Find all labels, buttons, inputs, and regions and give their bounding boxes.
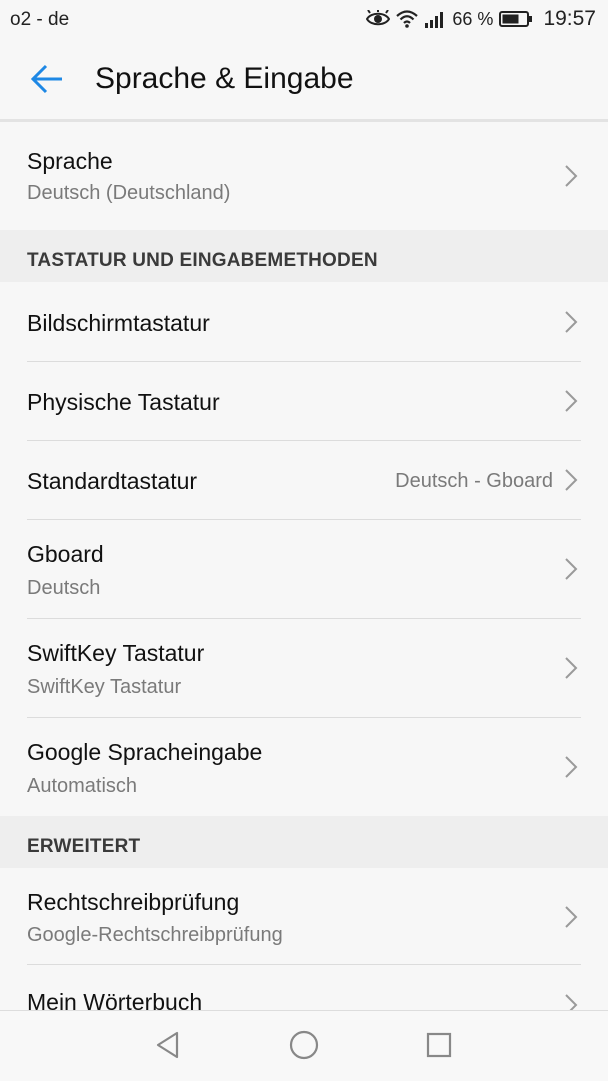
row-subtitle: SwiftKey Tastatur (27, 676, 182, 698)
chevron-right-icon (565, 558, 578, 580)
wifi-icon (396, 10, 419, 28)
battery-percent: 66 % (452, 8, 494, 29)
language-row[interactable]: Sprache Deutsch (Deutschland) (0, 122, 608, 230)
status-bar: o2 - de 66 % 19:57 (0, 0, 608, 42)
section-header-label: ERWEITERT (27, 836, 141, 857)
recents-square-icon (424, 1030, 454, 1065)
page-title: Sprache & Eingabe (95, 62, 354, 95)
row-subtitle: Google-Rechtschreibprüfung (27, 924, 283, 946)
nav-recents-button[interactable] (417, 1025, 461, 1069)
carrier-label: o2 - de (10, 9, 70, 30)
chevron-right-icon (565, 756, 578, 778)
list-item-bildschirmtastatur[interactable]: Bildschirmtastatur (0, 282, 608, 361)
list-item-google-spracheingabe[interactable]: Google Spracheingabe Automatisch (0, 718, 608, 816)
row-title: Gboard (27, 541, 104, 567)
row-title: Rechtschreibprüfung (27, 889, 240, 915)
chevron-right-icon (565, 994, 578, 1010)
row-title: SwiftKey Tastatur (27, 640, 205, 666)
eye-icon (366, 10, 391, 28)
back-triangle-icon (153, 1030, 183, 1065)
row-subtitle: Automatisch (27, 775, 138, 797)
list-item-rechtschreibpruefung[interactable]: Rechtschreibprüfung Google-Rechtschreibp… (0, 868, 608, 964)
back-button[interactable] (22, 58, 72, 104)
row-subtitle: Deutsch (Deutschland) (27, 182, 231, 204)
nav-home-button[interactable] (282, 1025, 326, 1069)
row-title: Mein Wörterbuch (27, 989, 203, 1010)
chevron-right-icon (565, 311, 578, 333)
chevron-right-icon (565, 657, 578, 679)
section-header-advanced: ERWEITERT (0, 816, 608, 868)
row-title: Standardtastatur (27, 468, 198, 494)
row-title: Google Spracheingabe (27, 739, 263, 765)
list-item-physische-tastatur[interactable]: Physische Tastatur (0, 362, 608, 440)
chevron-right-icon (565, 165, 578, 187)
row-title: Bildschirmtastatur (27, 310, 210, 336)
row-value: Deutsch - Gboard (395, 470, 553, 492)
battery-icon (499, 10, 533, 28)
list-item-gboard[interactable]: Gboard Deutsch (0, 520, 608, 618)
row-title: Sprache (27, 148, 113, 174)
navigation-bar (0, 1010, 608, 1081)
list-item-standardtastatur[interactable]: Standardtastatur Deutsch - Gboard (0, 441, 608, 519)
clock: 19:57 (543, 7, 596, 30)
home-circle-icon (288, 1029, 320, 1066)
chevron-right-icon (565, 469, 578, 491)
chevron-right-icon (565, 906, 578, 928)
app-bar: Sprache & Eingabe (0, 42, 608, 120)
chevron-right-icon (565, 390, 578, 412)
arrow-back-icon (30, 64, 64, 99)
signal-icon (424, 10, 446, 28)
list-item-mein-woerterbuch[interactable]: Mein Wörterbuch (0, 965, 608, 1010)
nav-back-button[interactable] (146, 1025, 190, 1069)
row-subtitle: Deutsch (27, 577, 101, 599)
row-title: Physische Tastatur (27, 389, 220, 415)
section-header-keyboard: TASTATUR UND EINGABEMETHODEN (0, 230, 608, 282)
section-header-label: TASTATUR UND EINGABEMETHODEN (27, 250, 378, 271)
list-item-swiftkey-tastatur[interactable]: SwiftKey Tastatur SwiftKey Tastatur (0, 619, 608, 717)
status-icons: 66 % 19:57 (366, 7, 596, 31)
